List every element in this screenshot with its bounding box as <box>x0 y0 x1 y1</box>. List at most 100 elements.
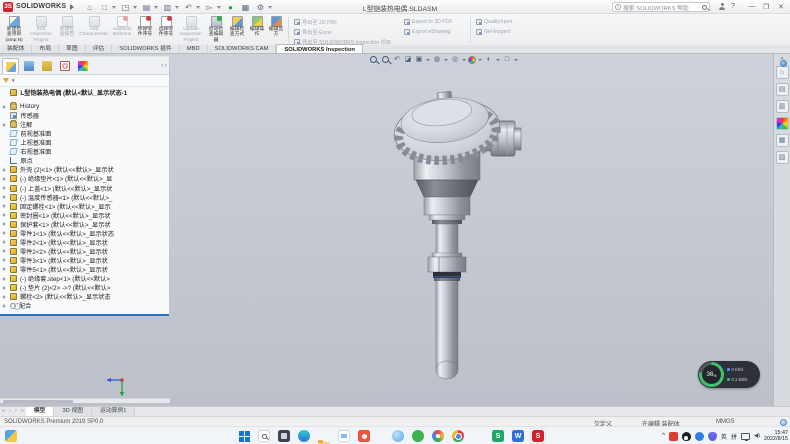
tab-solidworks-inspection[interactable]: SOLIDWORKS Inspection <box>276 44 363 53</box>
tree-item-component[interactable]: 密封圈<1> (默认<<默认>_显示状 <box>0 211 169 220</box>
mail-icon[interactable]: ✉ <box>338 430 350 442</box>
tab-assembly[interactable]: 装配体 <box>0 44 32 53</box>
help-button[interactable]: ? <box>731 3 735 10</box>
tab-mbd[interactable]: MBD <box>180 44 208 53</box>
3d-content-central-icon[interactable] <box>780 60 787 67</box>
security-shield-icon[interactable] <box>708 432 717 441</box>
language-indicator[interactable]: 英 <box>721 432 727 441</box>
tab-3d-views[interactable]: 3D 视图 <box>54 407 92 416</box>
custom-properties-icon[interactable]: ▧ <box>776 151 789 164</box>
tab-motion-study-1[interactable]: 运动算例1 <box>92 407 135 416</box>
file-explorer-pane-icon[interactable]: ▥ <box>776 100 789 113</box>
configuration-manager-tab[interactable] <box>38 58 55 74</box>
tree-item-component[interactable]: 外壳 (2)<1> (默认<<默认>_显示状 <box>0 165 169 174</box>
select-cursor-icon[interactable]: ▻ <box>204 2 215 13</box>
task-view-icon[interactable] <box>278 430 290 442</box>
browser-360-icon[interactable] <box>432 430 444 442</box>
select-balloons-button[interactable]: 选择零件序号 <box>156 15 176 44</box>
launch-inspection-editor-button[interactable]: 启动检查编辑器 <box>206 15 226 44</box>
tab-layout[interactable]: 布局 <box>32 44 59 53</box>
tree-item-annotations[interactable]: 注解 <box>0 120 169 129</box>
scrollbar-thumb[interactable] <box>3 400 73 403</box>
new-inspection-project-button[interactable]: 新建检查项目(amp;N) <box>2 15 26 44</box>
help-search-input[interactable]: i 搜索 SOLIDWORKS 帮助 <box>612 2 710 12</box>
speaker-icon[interactable]: ◀) <box>754 433 760 439</box>
solidworks-taskbar-icon[interactable]: S <box>532 430 544 442</box>
search-icon[interactable] <box>702 5 707 10</box>
tree-item-front-plane[interactable]: 前视基准面 <box>0 129 169 138</box>
chrome-icon[interactable] <box>452 430 464 442</box>
taskbar-clock[interactable]: 15:47 2022/8/15 <box>764 430 788 443</box>
tree-filter-bar[interactable]: ▼ <box>0 75 169 87</box>
tree-item-mates[interactable]: 配合 <box>0 301 169 310</box>
fm-tab-scroll-arrows[interactable]: ‹ › <box>161 58 167 74</box>
tree-horizontal-scrollbar[interactable] <box>0 398 170 403</box>
dimxpert-manager-tab[interactable] <box>56 58 73 74</box>
property-manager-tab[interactable] <box>20 58 37 74</box>
display-manager-tab[interactable] <box>74 58 91 74</box>
tree-item-history[interactable]: History <box>0 102 169 111</box>
taskpane-home-icon[interactable]: ⌂ <box>776 66 789 79</box>
tree-item-component[interactable]: 零件1<1> (默认<<默认>_显示状态 <box>0 229 169 238</box>
green-app-icon[interactable] <box>412 430 424 442</box>
tree-item-component[interactable]: (-) 温度传感器<1> (默认<<默认>_ <box>0 193 169 202</box>
tree-item-top-plane[interactable]: 上视基准面 <box>0 138 169 147</box>
tree-item-component[interactable]: 螺栓<2> (默认<<默认>_显示状态 <box>0 292 169 301</box>
tree-item-component[interactable]: (-) 绝缘套.step<1> (默认<<默认> <box>0 274 169 283</box>
close-button[interactable]: ✕ <box>775 3 787 11</box>
tab-solidworks-cam[interactable]: SOLIDWORKS CAM <box>208 44 277 53</box>
tray-app-red-icon[interactable] <box>669 432 678 441</box>
save-icon[interactable]: ▤ <box>141 2 152 13</box>
tree-item-component[interactable]: 零件3<1> (默认<<默认>_显示状 <box>0 256 169 265</box>
user-account-icon[interactable] <box>718 3 726 11</box>
tray-expand-icon[interactable]: ^ <box>662 433 665 439</box>
featuremanager-tree-tab[interactable] <box>2 58 19 74</box>
tree-root-item[interactable]: L型铠装热电偶 (默认<默认_显示状态-1 <box>0 88 169 97</box>
graphics-viewport[interactable]: ↶ ◪ ▣ ◍ ◎ ◐ □ <box>0 54 790 406</box>
word-app-icon[interactable]: W <box>512 430 524 442</box>
tab-sketch[interactable]: 草图 <box>59 44 86 53</box>
tree-item-component[interactable]: 零件2<2> (默认<<默认>_显示状 <box>0 247 169 256</box>
store-app-icon[interactable] <box>358 430 370 442</box>
start-button[interactable] <box>238 430 250 442</box>
tree-item-origin[interactable]: 原点 <box>0 156 169 165</box>
edit-supervision-button[interactable]: 编辑监方 <box>267 15 285 44</box>
edit-inspection-method-button[interactable]: 编辑检查方式 <box>227 15 247 44</box>
open-document-icon[interactable]: ◳ <box>120 2 131 13</box>
tab-nav-first-icon[interactable]: « <box>0 407 7 416</box>
appearances-scenes-icon[interactable] <box>776 117 789 130</box>
options-icon[interactable]: ⚙ <box>255 2 266 13</box>
undo-icon[interactable]: ↶ <box>183 2 194 13</box>
tab-solidworks-addins[interactable]: SOLIDWORKS 插件 <box>112 44 180 53</box>
tray-app-blue-icon[interactable] <box>695 432 704 441</box>
web-help-globe-icon[interactable] <box>780 419 787 426</box>
file-properties-icon[interactable]: ▦ <box>240 2 251 13</box>
tab-nav-last-icon[interactable]: » <box>19 407 26 416</box>
design-library-icon[interactable]: ▤ <box>776 83 789 96</box>
weather-app-icon[interactable] <box>392 430 404 442</box>
filter-dropdown-arrow[interactable]: ▼ <box>11 78 15 83</box>
qq-tray-icon[interactable] <box>682 432 691 441</box>
tree-item-component[interactable]: 保护套<1> (默认<<默认>_显示状 <box>0 220 169 229</box>
tree-item-component[interactable]: 固定螺栓<1> (默认<<默认>_显示 <box>0 202 169 211</box>
restore-button[interactable]: ❐ <box>760 3 772 11</box>
view-palette-icon[interactable]: ▦ <box>776 134 789 147</box>
tree-item-component[interactable]: 零件5<1> (默认<<默认>_显示状 <box>0 265 169 274</box>
widgets-icon[interactable] <box>5 430 17 442</box>
home-icon[interactable]: ⌂ <box>84 2 95 13</box>
tree-item-sensors[interactable]: 传感器 <box>0 111 169 120</box>
rebuild-icon[interactable]: ● <box>225 2 236 13</box>
tab-evaluate[interactable]: 评估 <box>86 44 113 53</box>
edge-browser-icon[interactable] <box>298 430 310 442</box>
tree-item-component[interactable]: (-) 绝缘垫片<1> (默认<<默认>_显 <box>0 174 169 183</box>
tree-item-component[interactable]: (-) 垫片 (2)<2> ->? (默认<<默认> <box>0 283 169 292</box>
menu-expand-arrow-icon[interactable] <box>70 4 74 10</box>
taskbar-search-icon[interactable] <box>258 430 270 442</box>
display-cast-icon[interactable] <box>741 433 750 440</box>
print-icon[interactable]: ▥ <box>162 2 173 13</box>
tree-item-right-plane[interactable]: 右视基准面 <box>0 147 169 156</box>
panel-splitter[interactable] <box>0 314 169 316</box>
tree-item-component[interactable]: (-) 上盖<1> (默认<<默认>_显示状 <box>0 184 169 193</box>
tree-item-component[interactable]: 零件2<1> (默认<<默认>_显示状 <box>0 238 169 247</box>
units-selector[interactable]: MMGS <box>716 419 735 425</box>
